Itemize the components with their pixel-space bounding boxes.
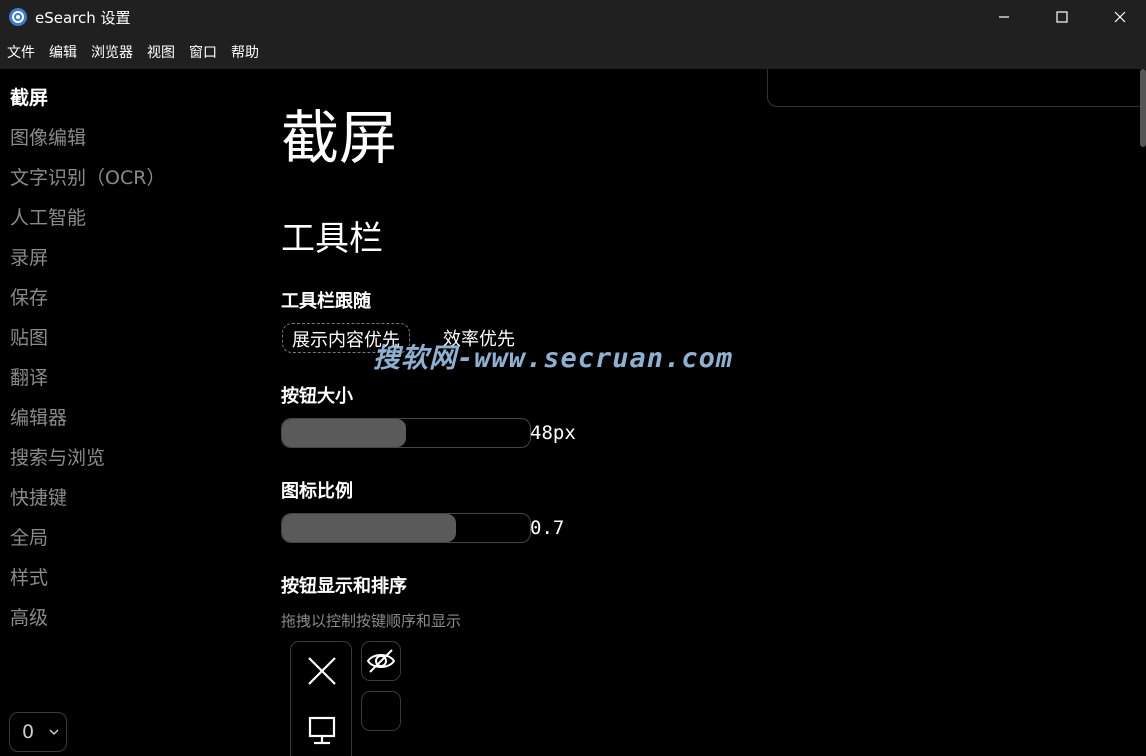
sidebar-item-global[interactable]: 全局: [10, 523, 48, 550]
sidebar-item-shortcuts[interactable]: 快捷键: [10, 483, 67, 510]
button-order-label: 按钮显示和排序: [281, 576, 407, 597]
page-title: 截屏: [281, 104, 398, 172]
icon-scale-slider[interactable]: [281, 513, 531, 543]
button-order-hint: 拖拽以控制按键顺序和显示: [281, 612, 462, 630]
menu-view[interactable]: 视图: [147, 42, 175, 62]
sidebar-item-pin[interactable]: 贴图: [10, 323, 48, 350]
menu-file[interactable]: 文件: [7, 42, 35, 62]
maximize-button[interactable]: [1034, 0, 1090, 34]
scrollbar[interactable]: [1140, 69, 1146, 147]
version-select[interactable]: 0: [9, 712, 67, 752]
settings-main: 截屏 工具栏 工具栏跟随 展示内容优先 效率优先 按钮大小 48px 图标比例 …: [260, 69, 1140, 756]
button-size-value: 48px: [530, 422, 576, 444]
close-window-button[interactable]: [1092, 0, 1146, 34]
hidden-buttons-header: [361, 641, 401, 681]
maximize-icon: [1056, 11, 1068, 23]
title-bar: eSearch 设置: [0, 0, 1146, 34]
sidebar-item-save[interactable]: 保存: [10, 283, 48, 310]
toolbar-follow-label: 工具栏跟随: [281, 291, 371, 312]
hidden-buttons-drop-zone[interactable]: [361, 691, 401, 731]
settings-sidebar: 截屏 图像编辑 文字识别（OCR） 人工智能 录屏 保存 贴图 翻译 编辑器 搜…: [0, 69, 260, 756]
sidebar-item-image-edit[interactable]: 图像编辑: [10, 123, 86, 150]
icon-scale-label: 图标比例: [281, 481, 353, 502]
watermark-text: 搜软网-www.secruan.com: [373, 343, 734, 374]
pin-screen-icon: [308, 716, 336, 745]
menu-edit[interactable]: 编辑: [49, 42, 77, 62]
sidebar-item-screenshot[interactable]: 截屏: [10, 83, 48, 110]
sidebar-item-style[interactable]: 样式: [10, 563, 48, 590]
chevron-down-icon: [49, 729, 59, 736]
eye-off-icon: [366, 649, 396, 673]
menu-bar: 文件 编辑 浏览器 视图 窗口 帮助: [0, 34, 1146, 69]
icon-scale-slider-fill: [282, 514, 456, 542]
button-size-label: 按钮大小: [281, 386, 353, 407]
sidebar-item-editor[interactable]: 编辑器: [10, 403, 67, 430]
icon-scale-value: 0.7: [530, 517, 565, 539]
sidebar-item-search-browse[interactable]: 搜索与浏览: [10, 443, 105, 470]
toolbar-pin-screen-button[interactable]: [305, 714, 339, 748]
close-icon: [308, 657, 336, 685]
minimize-button[interactable]: [976, 0, 1032, 34]
version-select-value: 0: [22, 721, 35, 743]
sidebar-item-translate[interactable]: 翻译: [10, 363, 48, 390]
visible-buttons-list: [290, 641, 352, 756]
button-size-slider[interactable]: [281, 418, 531, 448]
previous-card: [767, 69, 1140, 107]
sidebar-item-ocr[interactable]: 文字识别（OCR）: [10, 163, 165, 190]
button-size-slider-fill: [282, 419, 406, 447]
toolbar-close-button[interactable]: [305, 654, 339, 688]
minimize-icon: [999, 16, 1009, 18]
section-title: 工具栏: [281, 219, 383, 259]
close-icon: [1114, 11, 1126, 23]
window-title: eSearch 设置: [35, 9, 131, 27]
app-logo-icon: [9, 8, 27, 26]
menu-window[interactable]: 窗口: [189, 42, 217, 62]
sidebar-item-ai[interactable]: 人工智能: [10, 203, 86, 230]
sidebar-item-screen-record[interactable]: 录屏: [10, 243, 48, 270]
menu-help[interactable]: 帮助: [231, 42, 259, 62]
menu-browser[interactable]: 浏览器: [91, 42, 133, 62]
sidebar-item-advanced[interactable]: 高级: [10, 603, 48, 630]
